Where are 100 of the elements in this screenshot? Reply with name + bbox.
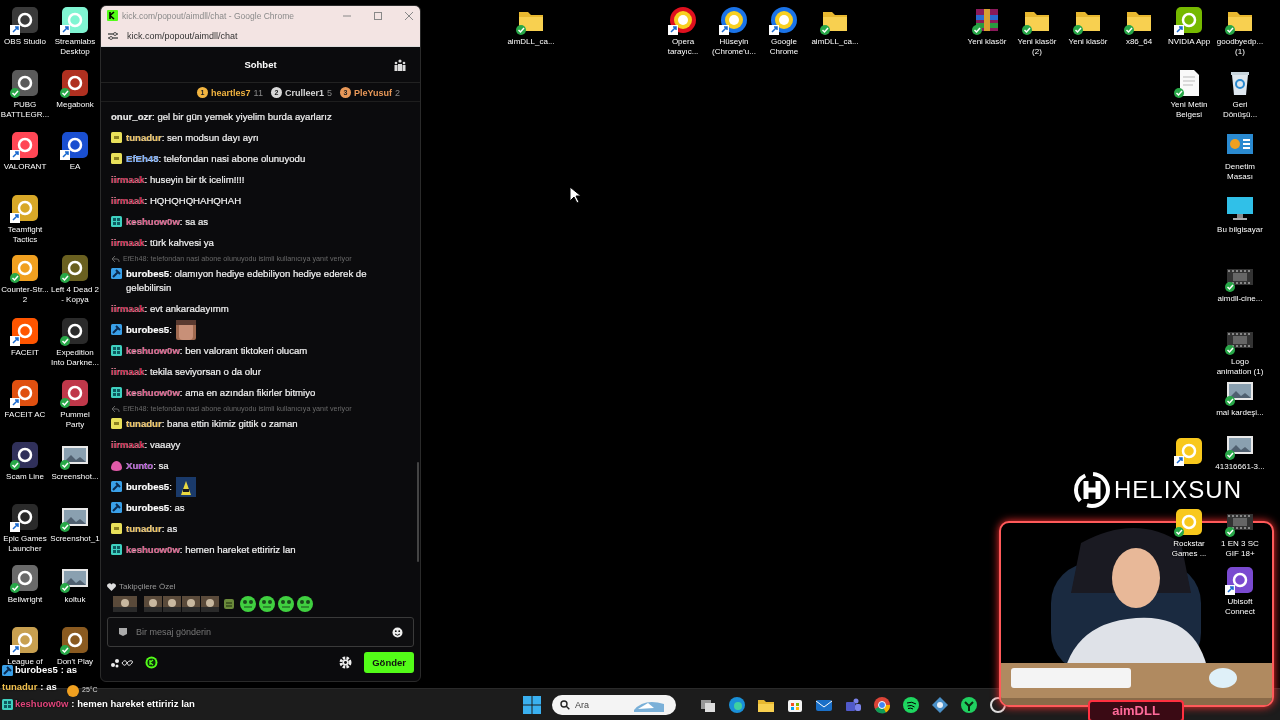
icon-label[interactable]: Counter-Str... 2 (0, 285, 50, 305)
app-icon[interactable] (60, 625, 90, 655)
settings-icon[interactable] (339, 656, 353, 669)
app-icon[interactable] (10, 5, 40, 35)
emote-icon[interactable] (277, 595, 295, 613)
browser-icon[interactable] (769, 5, 799, 35)
app-icon[interactable] (1174, 507, 1204, 537)
app-icon[interactable] (10, 378, 40, 408)
icon-label[interactable]: Hüseyin (Chrome'u... (709, 37, 759, 57)
message-box[interactable]: Bir mesaj gönderin (107, 617, 414, 647)
message-input[interactable]: Bir mesaj gönderin (136, 618, 384, 646)
icon-label[interactable]: Denetim Masası (1215, 162, 1265, 182)
app-icon[interactable] (10, 563, 40, 593)
icon-label[interactable]: Don't Play (56, 657, 94, 667)
icon-label[interactable]: NVIDIA App (1167, 37, 1211, 47)
icon-label[interactable]: aimDLL_ca... (507, 37, 555, 47)
icon-label[interactable]: Opera tarayıc... (658, 37, 708, 57)
emote-icon[interactable] (201, 595, 219, 613)
app-icon[interactable] (1174, 436, 1204, 466)
emote-icon[interactable] (182, 595, 200, 613)
music-icon[interactable] (902, 696, 920, 714)
app-icon[interactable] (60, 68, 90, 98)
app-icon[interactable] (989, 696, 1007, 714)
app-icon[interactable] (60, 253, 90, 283)
icon-label[interactable]: Expedition Into Darkne... (50, 348, 100, 368)
maximize-icon[interactable] (373, 10, 383, 21)
users-icon[interactable] (394, 59, 406, 71)
app-icon[interactable] (10, 625, 40, 655)
icon-label[interactable]: Bu bilgisayar (1217, 225, 1263, 235)
icon-label[interactable]: mal kardeşi... (1216, 408, 1264, 418)
icon-label[interactable]: x86_64 (1125, 37, 1153, 47)
app-icon[interactable] (10, 440, 40, 470)
icon-label[interactable]: Screenshot_1 (50, 534, 100, 544)
url-text[interactable]: kick.com/popout/aimdll/chat (127, 30, 238, 41)
icon-label[interactable]: FACEIT AC (4, 410, 46, 420)
app-icon[interactable] (10, 68, 40, 98)
emoji-icon[interactable] (392, 626, 403, 638)
icon-label[interactable]: Megabonk (56, 100, 94, 110)
close-icon[interactable] (404, 10, 414, 21)
search-box[interactable]: Ara (552, 695, 676, 715)
app-icon[interactable] (10, 253, 40, 283)
icon-label[interactable]: Epic Games Launcher (0, 534, 50, 554)
app-icon[interactable] (60, 5, 90, 35)
leader-name[interactable]: PleYusuf (353, 87, 392, 98)
icon-label[interactable]: Logo animation (1) (1215, 357, 1265, 377)
kick-coin-icon[interactable] (145, 656, 158, 669)
send-button[interactable]: Gönder (364, 652, 414, 673)
emote-icon[interactable] (239, 595, 257, 613)
icon-label[interactable]: Ubisoft Connect (1215, 597, 1265, 617)
emote-icon[interactable] (258, 595, 276, 613)
icon-label[interactable]: Scam Line (6, 472, 44, 482)
app-icon[interactable] (931, 696, 949, 714)
app-icon[interactable] (10, 193, 40, 223)
icon-label[interactable]: Geri Dönüşü... (1215, 100, 1265, 120)
icon-label[interactable]: 41316661-3... (1215, 462, 1265, 472)
icon-label[interactable]: EA (69, 162, 81, 172)
browser-icon[interactable] (873, 696, 891, 714)
emote-icon[interactable] (113, 595, 137, 613)
icon-label[interactable]: Yeni klasör (2) (1012, 37, 1062, 57)
app-icon[interactable] (10, 316, 40, 346)
icon-label[interactable]: Screenshot... (51, 472, 99, 482)
emote-icon[interactable] (163, 595, 181, 613)
app-icon[interactable] (960, 696, 978, 714)
icon-label[interactable]: Streamlabs Desktop (50, 37, 100, 57)
app-icon[interactable] (60, 378, 90, 408)
app-icon[interactable] (10, 502, 40, 532)
start-icon[interactable] (523, 696, 541, 714)
icon-label[interactable]: OBS Studio (4, 37, 46, 47)
icon-label[interactable]: VALORANT (3, 162, 47, 172)
leader-name[interactable]: heartles7 (211, 87, 251, 98)
icon-label[interactable]: goodbyedp... (1) (1215, 37, 1265, 57)
icon-label[interactable]: Google Chrome (759, 37, 809, 57)
app-icon[interactable] (1174, 5, 1204, 35)
icon-label[interactable]: Yeni Metin Belgesi (1164, 100, 1214, 120)
icon-label[interactable]: Yeni klasör (1068, 37, 1108, 47)
app-icon[interactable] (1225, 565, 1255, 595)
search-field[interactable]: Ara (575, 700, 629, 710)
icon-label[interactable]: koltuk (64, 595, 86, 605)
emote-icon[interactable] (144, 595, 162, 613)
icon-label[interactable]: aimdll-cine... (1217, 294, 1263, 304)
people-icon[interactable] (844, 696, 862, 714)
site-settings-icon[interactable] (107, 30, 119, 41)
icon-label[interactable]: Teamfight Tactics (0, 225, 50, 245)
icon-label[interactable]: 1 EN 3 SC GIF 18+ (1215, 539, 1265, 559)
icon-label[interactable]: Bellwright (7, 595, 43, 605)
icon-label[interactable]: FACEIT (11, 348, 39, 358)
emote-icon[interactable] (296, 595, 314, 613)
app-icon[interactable] (10, 130, 40, 160)
icon-label[interactable]: aimDLL_ca... (811, 37, 859, 47)
app-icon[interactable] (60, 130, 90, 160)
icon-label[interactable]: Left 4 Dead 2 - Kopya (50, 285, 100, 305)
leader-name[interactable]: Crulleer1 (284, 87, 324, 98)
browser-icon[interactable] (668, 5, 698, 35)
icon-label[interactable]: PUBG BATTLEGR... (0, 100, 50, 120)
browser-icon[interactable] (719, 5, 749, 35)
icon-label[interactable]: Pummel Party (50, 410, 100, 430)
points-icon[interactable] (111, 657, 133, 668)
icon-label[interactable]: Rockstar Games ... (1164, 539, 1214, 559)
app-icon[interactable] (60, 316, 90, 346)
icon-label[interactable]: League of (7, 657, 43, 667)
